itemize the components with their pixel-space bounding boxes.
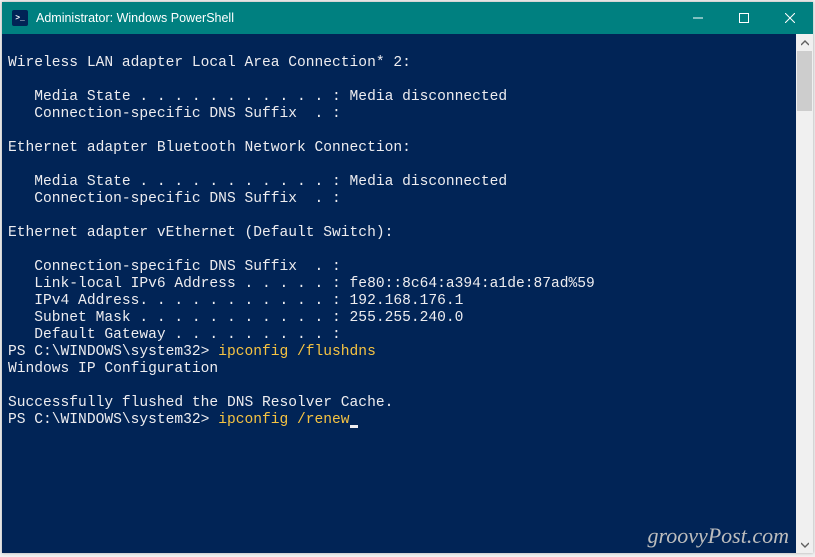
- close-icon: [785, 13, 795, 23]
- output-block-2: Windows IP Configuration Successfully fl…: [8, 361, 393, 411]
- console-output[interactable]: Wireless LAN adapter Local Area Connecti…: [2, 34, 796, 553]
- titlebar[interactable]: >_ Administrator: Windows PowerShell: [2, 2, 813, 34]
- scroll-up-button[interactable]: [796, 34, 813, 51]
- maximize-icon: [739, 13, 749, 23]
- maximize-button[interactable]: [721, 2, 767, 34]
- current-command: ipconfig /renew: [218, 412, 349, 428]
- minimize-icon: [693, 13, 703, 23]
- scroll-thumb[interactable]: [797, 51, 812, 111]
- scroll-track[interactable]: [796, 51, 813, 536]
- current-prompt-line[interactable]: PS C:\WINDOWS\system32> ipconfig /renew: [8, 412, 358, 428]
- window-title: Administrator: Windows PowerShell: [36, 11, 675, 25]
- vertical-scrollbar[interactable]: [796, 34, 813, 553]
- current-prompt: PS C:\WINDOWS\system32>: [8, 412, 218, 428]
- minimize-button[interactable]: [675, 2, 721, 34]
- chevron-up-icon: [801, 40, 809, 46]
- window-controls: [675, 2, 813, 34]
- scroll-down-button[interactable]: [796, 536, 813, 553]
- console-area: Wireless LAN adapter Local Area Connecti…: [2, 34, 813, 553]
- powershell-window: >_ Administrator: Windows PowerShell Wir…: [2, 2, 813, 553]
- close-button[interactable]: [767, 2, 813, 34]
- chevron-down-icon: [801, 542, 809, 548]
- output-block-1: Wireless LAN adapter Local Area Connecti…: [8, 55, 595, 343]
- history-prompt: PS C:\WINDOWS\system32>: [8, 344, 218, 360]
- history-prompt-line: PS C:\WINDOWS\system32> ipconfig /flushd…: [8, 344, 376, 360]
- powershell-icon: >_: [12, 10, 28, 26]
- text-cursor: [350, 425, 358, 428]
- history-command: ipconfig /flushdns: [218, 344, 376, 360]
